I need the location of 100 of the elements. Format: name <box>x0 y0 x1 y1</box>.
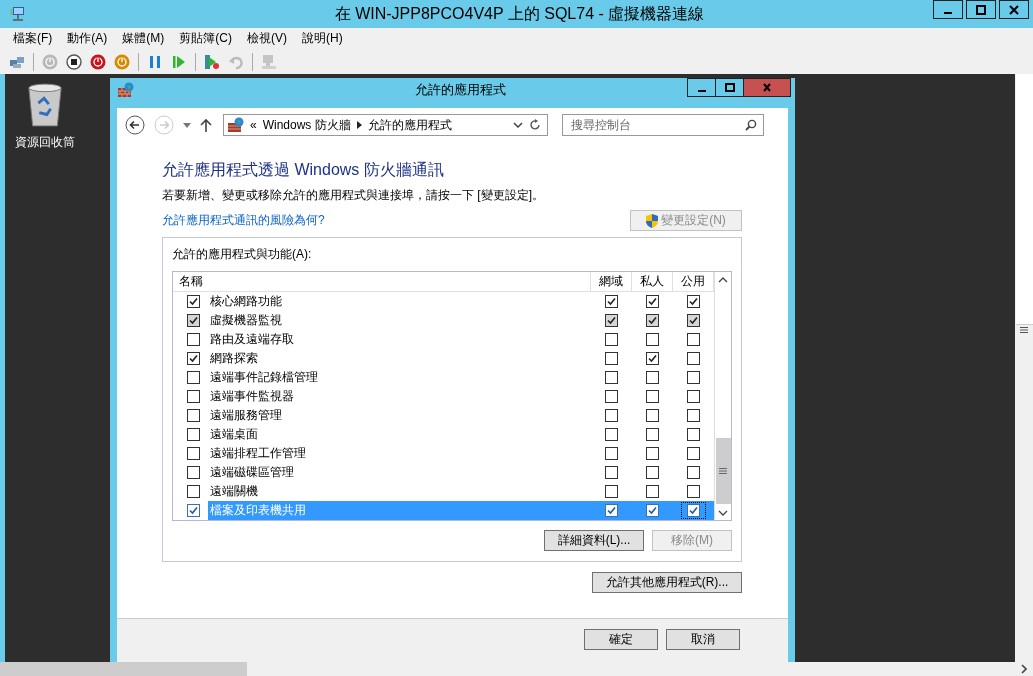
checkbox[interactable] <box>605 352 618 365</box>
desktop-icon-label[interactable]: 資源回收筒 <box>15 134 75 151</box>
pause-icon[interactable] <box>147 53 163 70</box>
recycle-bin-icon[interactable] <box>26 82 64 128</box>
close-button[interactable] <box>743 78 791 97</box>
stop-icon[interactable] <box>66 53 82 70</box>
checkbox[interactable] <box>187 295 200 308</box>
checkbox[interactable] <box>646 428 659 441</box>
checkbox[interactable] <box>687 352 700 365</box>
checkbox[interactable] <box>605 428 618 441</box>
maximize-icon <box>724 82 735 93</box>
help-link[interactable]: 允許應用程式通訊的風險為何? <box>162 212 325 229</box>
app-name[interactable]: 網路探索 <box>208 349 591 368</box>
app-name[interactable]: 遠端磁碟區管理 <box>208 463 591 482</box>
maximize-button[interactable] <box>966 0 996 19</box>
app-name[interactable]: 遠端排程工作管理 <box>208 444 591 463</box>
checkbox[interactable] <box>187 352 200 365</box>
scrollbar[interactable] <box>1015 74 1033 662</box>
breadcrumb-item[interactable]: Windows 防火牆 <box>262 116 351 134</box>
maximize-button[interactable] <box>715 78 743 97</box>
scrollbar[interactable] <box>714 272 731 520</box>
scroll-right-icon[interactable] <box>1021 664 1027 674</box>
menu-item[interactable]: 檢視(V) <box>247 30 287 47</box>
cancel-button[interactable]: 取消 <box>666 629 740 650</box>
app-name[interactable]: 遠端事件記錄檔管理 <box>208 368 591 387</box>
scrollbar[interactable] <box>0 662 1033 676</box>
column-header[interactable]: 公用 <box>673 272 714 291</box>
checkbox[interactable] <box>646 504 659 517</box>
scroll-down-icon[interactable] <box>718 510 728 516</box>
column-header[interactable]: 名稱 <box>173 272 591 291</box>
chevron-right-icon[interactable] <box>356 121 362 129</box>
app-name[interactable]: 核心網路功能 <box>208 292 591 311</box>
checkbox[interactable] <box>646 485 659 498</box>
checkbox[interactable] <box>605 466 618 479</box>
checkbox[interactable] <box>187 447 200 460</box>
up-arrow-icon[interactable] <box>200 118 212 132</box>
checkbox[interactable] <box>605 295 618 308</box>
checkbox[interactable] <box>187 485 200 498</box>
checkbox[interactable] <box>187 333 200 346</box>
checkbox[interactable] <box>646 333 659 346</box>
minimize-button[interactable] <box>933 0 963 19</box>
checkbox[interactable] <box>605 409 618 422</box>
checkbox[interactable] <box>687 447 700 460</box>
checkbox[interactable] <box>605 333 618 346</box>
checkbox[interactable] <box>605 485 618 498</box>
checkbox[interactable] <box>646 295 659 308</box>
app-name[interactable]: 遠端服務管理 <box>208 406 591 425</box>
checkbox[interactable] <box>605 504 618 517</box>
column-header[interactable]: 網域 <box>591 272 632 291</box>
allow-another-app-button[interactable]: 允許其他應用程式(R)... <box>592 572 742 593</box>
menu-item[interactable]: 動作(A) <box>67 30 108 47</box>
checkbox[interactable] <box>646 371 659 384</box>
checkbox[interactable] <box>605 371 618 384</box>
checkbox[interactable] <box>687 466 700 479</box>
back-icon[interactable] <box>125 115 145 135</box>
breadcrumb-item[interactable]: « <box>250 118 257 132</box>
dropdown-caret-icon[interactable] <box>183 122 191 128</box>
checkbox[interactable] <box>646 447 659 460</box>
checkbox[interactable] <box>687 333 700 346</box>
breadcrumb-item[interactable]: 允許的應用程式 <box>367 116 452 134</box>
film-play-icon[interactable] <box>204 53 220 70</box>
checkbox[interactable] <box>687 504 700 517</box>
ok-button[interactable]: 確定 <box>584 629 658 650</box>
menu-item[interactable]: 說明(H) <box>302 30 343 47</box>
checkbox[interactable] <box>687 295 700 308</box>
menu-item[interactable]: 檔案(F) <box>13 30 53 47</box>
grip-icon[interactable] <box>719 468 727 474</box>
checkbox[interactable] <box>687 371 700 384</box>
checkbox[interactable] <box>605 390 618 403</box>
chevron-down-icon[interactable] <box>513 122 523 128</box>
checkbox[interactable] <box>187 409 200 422</box>
search-field[interactable]: 搜尋控制台 <box>562 114 764 136</box>
app-name[interactable]: 遠端關機 <box>208 482 591 501</box>
checkbox[interactable] <box>187 504 200 517</box>
refresh-icon[interactable] <box>529 119 541 131</box>
checkbox[interactable] <box>646 352 659 365</box>
checkbox[interactable] <box>187 390 200 403</box>
checkbox[interactable] <box>187 428 200 441</box>
checkbox[interactable] <box>646 409 659 422</box>
scroll-up-icon[interactable] <box>718 277 728 283</box>
checkbox[interactable] <box>646 390 659 403</box>
checkbox[interactable] <box>687 390 700 403</box>
minimize-button[interactable] <box>687 78 715 97</box>
app-name[interactable]: 遠端桌面 <box>208 425 591 444</box>
checkbox[interactable] <box>187 466 200 479</box>
power-icon[interactable] <box>90 53 106 70</box>
checkbox[interactable] <box>687 428 700 441</box>
details-button[interactable]: 詳細資料(L)... <box>544 530 644 551</box>
column-header[interactable]: 私人 <box>632 272 673 291</box>
address-bar[interactable]: « Windows 防火牆 允許的應用程式 <box>223 114 548 136</box>
menu-item[interactable]: 媒體(M) <box>122 30 165 47</box>
app-name[interactable]: 路由及遠端存取 <box>208 330 591 349</box>
checkbox[interactable] <box>605 447 618 460</box>
checkbox[interactable] <box>187 371 200 384</box>
menu-item[interactable]: 剪貼簿(C) <box>179 30 232 47</box>
checkbox[interactable] <box>646 466 659 479</box>
app-name[interactable]: 遠端事件監視器 <box>208 387 591 406</box>
close-button[interactable] <box>999 0 1029 19</box>
checkbox[interactable] <box>687 409 700 422</box>
checkbox[interactable] <box>687 485 700 498</box>
